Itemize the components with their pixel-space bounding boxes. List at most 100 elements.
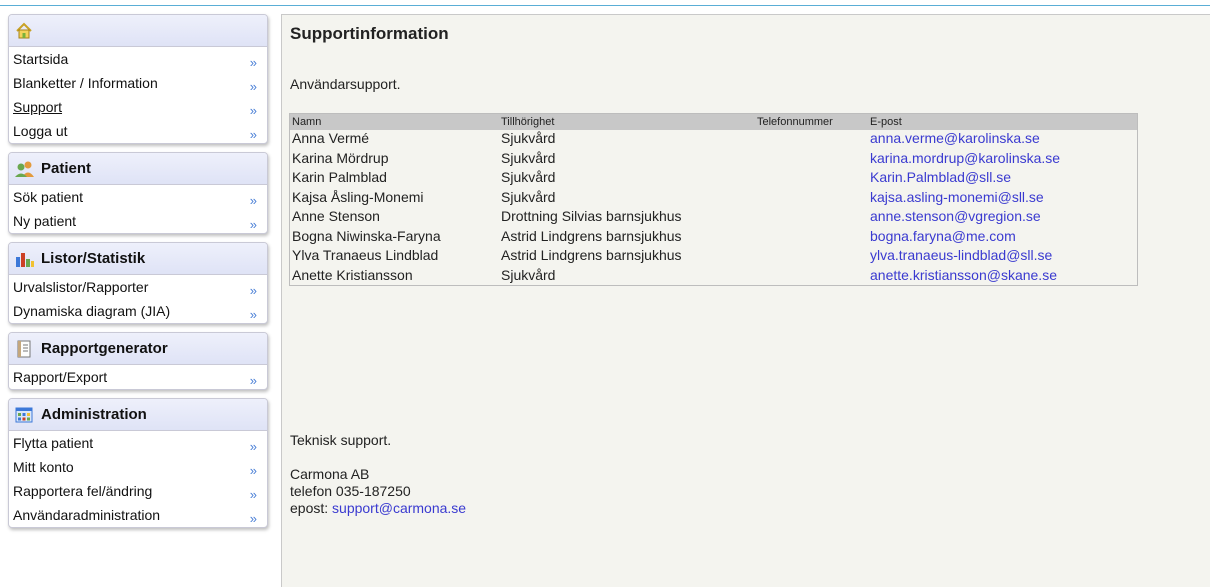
chevron-right-icon: » [249, 192, 257, 208]
sidebar-item-label: Urvalslistor/Rapporter [13, 279, 149, 295]
sidebar: Startsida » Blanketter / Information » S… [8, 14, 268, 536]
sidebar-item-blanketter[interactable]: Blanketter / Information » [9, 71, 267, 95]
panel-title: Patient [41, 160, 92, 177]
contact-phone [755, 150, 868, 170]
sidebar-item-logga-ut[interactable]: Logga ut » [9, 119, 267, 143]
rapportgenerator-panel: Rapportgenerator Rapport/Export » [8, 332, 268, 390]
contact-email-link[interactable]: Karin.Palmblad@sll.se [868, 169, 1137, 189]
sidebar-item-label: Support [13, 99, 63, 115]
sidebar-item-rapport-export[interactable]: Rapport/Export » [9, 365, 267, 389]
sidebar-item-urvalslistor[interactable]: Urvalslistor/Rapporter » [9, 275, 267, 299]
contact-email-link[interactable]: anna.verme@karolinska.se [868, 130, 1137, 150]
home-icon[interactable] [15, 22, 33, 40]
support-contacts-table: Namn Tillhörighet Telefonnummer E-post A… [289, 113, 1138, 286]
main-content: Supportinformation Användarsupport. Namn… [281, 14, 1210, 587]
home-panel: Startsida » Blanketter / Information » S… [8, 14, 268, 144]
users-icon [15, 160, 34, 178]
contact-name: Anne Stenson [292, 208, 380, 224]
contact-name: Karina Mördrup [292, 149, 389, 166]
sidebar-item-startsida[interactable]: Startsida » [9, 47, 267, 71]
contact-name: Ylva Tranaeus Lindblad [292, 247, 439, 263]
chevron-right-icon: » [249, 372, 257, 388]
chevron-right-icon: » [249, 102, 257, 118]
page-title: Supportinformation [290, 24, 449, 43]
grid-window-icon [15, 406, 33, 424]
sidebar-item-label: Blanketter / Information [13, 75, 158, 91]
table-row: Anne Stenson Drottning Silvias barnsjukh… [290, 208, 1137, 228]
chevron-right-icon: » [249, 306, 257, 322]
sidebar-item-label: Flytta patient [13, 435, 94, 451]
sidebar-item-label: Mitt konto [13, 459, 74, 475]
contact-affiliation: Drottning Silvias barnsjukhus [501, 208, 682, 224]
chevron-right-icon: » [249, 462, 257, 478]
sidebar-item-label: Startsida [13, 51, 69, 67]
column-header-affiliation: Tillhörighet [499, 114, 755, 130]
chevron-right-icon: » [249, 216, 257, 232]
column-header-email: E-post [868, 114, 1137, 130]
sidebar-item-dynamiska-diagram[interactable]: Dynamiska diagram (JIA) » [9, 299, 267, 323]
bar-chart-icon [15, 250, 34, 268]
home-panel-header [9, 15, 267, 47]
technical-support-section: Teknisk support. Carmona AB telefon 035-… [290, 432, 466, 517]
listor-panel-header: Listor/Statistik [9, 243, 267, 275]
contact-phone [755, 169, 868, 189]
chevron-right-icon: » [249, 438, 257, 454]
contact-name: Bogna Niwinska-Faryna [292, 227, 441, 244]
contact-email-link[interactable]: bogna.faryna@me.com [868, 228, 1137, 248]
table-row: Karina Mördrup Sjukvård karina.mordrup@k… [290, 150, 1137, 170]
contact-email-link[interactable]: anne.stenson@vgregion.se [868, 208, 1137, 228]
table-row: Anna Vermé Sjukvård anna.verme@karolinsk… [290, 130, 1137, 150]
contact-email-link[interactable]: kajsa.asling-monemi@sll.se [868, 189, 1137, 209]
sidebar-item-label: Rapportera fel/ändring [13, 483, 153, 499]
sidebar-item-anvandaradministration[interactable]: Användaradministration » [9, 503, 267, 527]
patient-panel-header: Patient [9, 153, 267, 185]
table-header-row: Namn Tillhörighet Telefonnummer E-post [290, 114, 1137, 130]
column-header-name: Namn [290, 114, 499, 130]
sidebar-item-label: Ny patient [13, 213, 77, 229]
chevron-right-icon: » [249, 126, 257, 142]
contact-affiliation: Sjukvård [501, 130, 556, 146]
table-row: Bogna Niwinska-Faryna Astrid Lindgrens b… [290, 228, 1137, 248]
contact-phone [755, 228, 868, 248]
support-email-prefix: epost: [290, 500, 329, 516]
chevron-right-icon: » [249, 282, 257, 298]
panel-title: Administration [41, 406, 147, 423]
technical-support-heading: Teknisk support. [290, 432, 392, 448]
contact-phone [755, 247, 868, 267]
sidebar-item-label: Dynamiska diagram (JIA) [13, 303, 171, 319]
contact-name: Anna Vermé [292, 130, 370, 146]
patient-panel: Patient Sök patient » Ny patient » [8, 152, 268, 234]
sidebar-item-label: Rapport/Export [13, 369, 108, 385]
contact-affiliation: Sjukvård [501, 266, 556, 283]
sidebar-item-rapportera-fel[interactable]: Rapportera fel/ändring » [9, 479, 267, 503]
sidebar-item-label: Användaradministration [13, 507, 161, 523]
chevron-right-icon: » [249, 486, 257, 502]
contact-phone [755, 189, 868, 209]
contact-email-link[interactable]: anette.kristiansson@skane.se [868, 267, 1137, 287]
table-row: Karin Palmblad Sjukvård Karin.Palmblad@s… [290, 169, 1137, 189]
column-header-phone: Telefonnummer [755, 114, 868, 130]
contact-affiliation: Sjukvård [501, 188, 556, 205]
contact-affiliation: Astrid Lindgrens barnsjukhus [501, 247, 682, 263]
table-row: Ylva Tranaeus Lindblad Astrid Lindgrens … [290, 247, 1137, 267]
sidebar-item-sok-patient[interactable]: Sök patient » [9, 185, 267, 209]
sidebar-item-flytta-patient[interactable]: Flytta patient » [9, 431, 267, 455]
sidebar-item-label: Logga ut [13, 123, 68, 139]
support-email-link[interactable]: support@carmona.se [332, 500, 466, 516]
chevron-right-icon: » [249, 78, 257, 94]
contact-phone [755, 267, 868, 287]
chevron-right-icon: » [249, 510, 257, 526]
contact-email-link[interactable]: karina.mordrup@karolinska.se [868, 150, 1137, 170]
contact-email-link[interactable]: ylva.tranaeus-lindblad@sll.se [868, 247, 1137, 267]
sidebar-item-mitt-konto[interactable]: Mitt konto » [9, 455, 267, 479]
user-support-heading: Användarsupport. [290, 76, 401, 92]
contact-affiliation: Astrid Lindgrens barnsjukhus [501, 227, 682, 244]
report-document-icon [15, 340, 33, 358]
contact-name: Karin Palmblad [292, 169, 387, 185]
contact-name: Anette Kristiansson [292, 266, 413, 283]
contact-affiliation: Sjukvård [501, 169, 556, 185]
support-email-line: epost: support@carmona.se [290, 500, 466, 517]
sidebar-item-support[interactable]: Support » [9, 95, 267, 119]
sidebar-item-ny-patient[interactable]: Ny patient » [9, 209, 267, 233]
panel-title: Listor/Statistik [41, 250, 146, 267]
